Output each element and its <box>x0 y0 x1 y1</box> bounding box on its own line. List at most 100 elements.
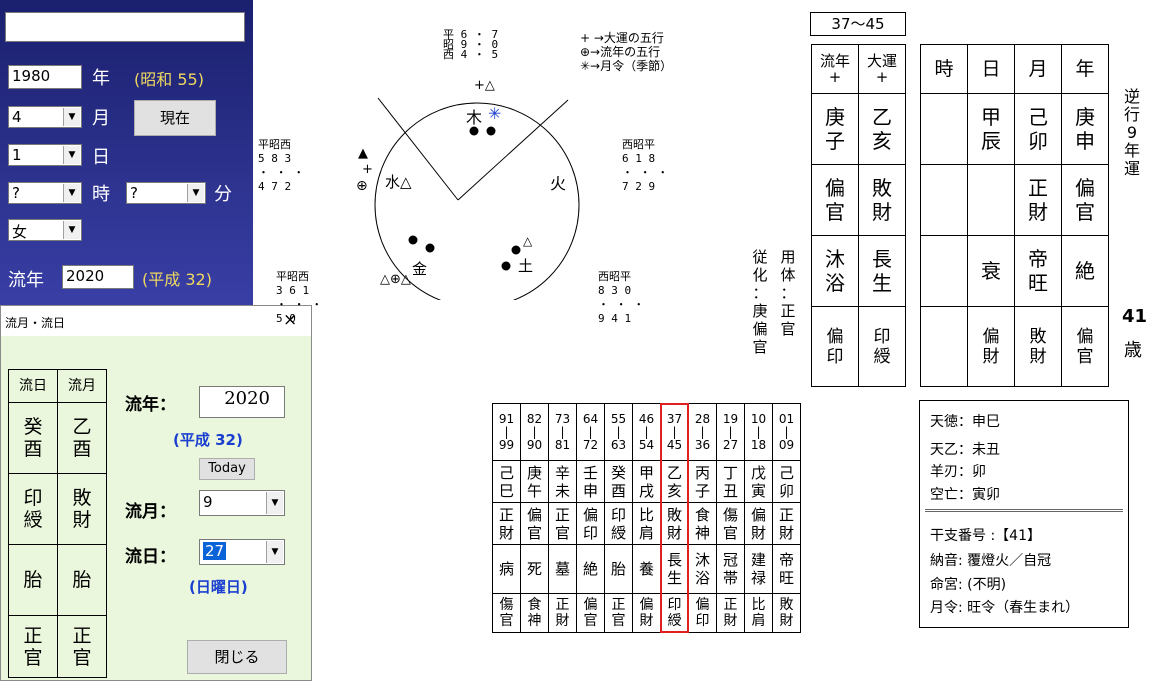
vertical-char: 正 <box>780 302 796 320</box>
meishiki-cell: 絶 <box>1061 235 1109 307</box>
daiun-zokan-cell: 偏 官 <box>576 593 605 633</box>
lower-left-markers: △⊕△ <box>380 272 411 287</box>
meishiki-cell: 甲 辰 <box>967 93 1015 165</box>
vertical-char: ： <box>752 284 768 302</box>
nums: 6 1 8 <box>622 152 656 165</box>
ryugetsu-cell: 乙 酉 <box>57 402 107 474</box>
chevron-down-icon[interactable]: ▼ <box>266 492 283 514</box>
chevron-down-icon[interactable]: ▼ <box>187 184 204 202</box>
upper-right-years: 西昭平 6 1 8 ・ ・ ・ 7 2 9 <box>622 138 668 194</box>
daiun-unsei-cell: 墓 <box>548 544 577 594</box>
daiun-range: 37〜45 <box>810 12 906 36</box>
chevron-down-icon[interactable]: ▼ <box>63 184 80 202</box>
meishiki-cell: 時 <box>920 44 968 94</box>
dialog-year-input[interactable]: 2020 <box>199 386 285 418</box>
meishiki-cell: 衰 <box>967 235 1015 307</box>
dialog-month-select[interactable]: 9 ▼ <box>199 490 285 516</box>
chevron-down-icon[interactable]: ▼ <box>266 541 283 563</box>
ryujitsu-cell: 癸 酉 <box>8 402 58 474</box>
meishiki-cell: 年 <box>1061 44 1109 94</box>
meishiki-cell: 月 <box>1014 44 1062 94</box>
ryunen-daiun-table: 流年 + 大運 + 庚 子乙 亥偏 官敗 財沐 浴長 生偏 印印 綬 <box>811 44 906 387</box>
name-input[interactable] <box>5 12 245 42</box>
meishiki-cell <box>920 235 968 307</box>
dots: ・ ・ ・ <box>598 298 645 311</box>
header: 西昭平 <box>622 138 655 151</box>
month-label: 月 <box>92 108 110 129</box>
daiun-tsuhen-cell: 偏 財 <box>744 502 773 545</box>
now-button[interactable]: 現在 <box>134 100 216 136</box>
dialog-year-era: (平成 32) <box>173 431 243 449</box>
legend-item: ⊕→流年の五行 <box>580 45 661 59</box>
daiun-kanshi-cell: 丙 子 <box>688 460 717 503</box>
daiun-kanshi-cell: 辛 未 <box>548 460 577 503</box>
chevron-down-icon[interactable]: ▼ <box>63 221 80 239</box>
dots: ・ ・ ・ <box>276 298 323 311</box>
daiun-zokan-cell: 比 肩 <box>744 593 773 633</box>
birth-year-input[interactable]: 1980 <box>8 65 82 89</box>
today-button[interactable]: Today <box>199 458 255 480</box>
sex-select[interactable]: 女 ▼ <box>8 219 82 241</box>
ryunen-daiun-cell: 印 綬 <box>858 306 906 387</box>
meishiki-cell: 正 財 <box>1014 164 1062 236</box>
nums: 5 0 <box>276 312 296 325</box>
year-label: 年 <box>92 68 110 89</box>
daiun-kanshi-cell: 壬 申 <box>576 460 605 503</box>
daiun-age-cell: 46 | 54 <box>632 403 661 461</box>
dot-mark <box>486 126 496 136</box>
ryunen-daiun-cell: 長 生 <box>858 235 906 307</box>
header: 平昭西 <box>276 270 309 283</box>
ryugetsu-header: 流月 <box>57 369 107 403</box>
birth-month-select[interactable]: 4 ▼ <box>8 106 82 128</box>
vertical-char: 体 <box>780 266 796 284</box>
birth-minute-select[interactable]: ? ▼ <box>126 182 206 204</box>
youjin-line: 羊刃：卯 <box>930 464 986 480</box>
meishiki-cell: 偏 官 <box>1061 306 1109 387</box>
daiun-unsei-cell: 沐 浴 <box>688 544 717 594</box>
age-number: 41 <box>1122 306 1148 327</box>
vertical-char: 年 <box>1123 141 1140 160</box>
daiun-tsuhen-cell: 比 肩 <box>632 502 661 545</box>
jugge-label: 従化：庚偏官 <box>752 248 768 356</box>
birth-hour-select[interactable]: ? ▼ <box>8 182 82 204</box>
daiun-age-cell: 01 | 09 <box>772 403 801 461</box>
daiun-age-cell: 82 | 90 <box>520 403 549 461</box>
dialog-day-select[interactable]: 27 ▼ <box>199 539 285 565</box>
nums: 9 4 1 <box>598 312 632 325</box>
header: 平昭西 <box>258 138 291 151</box>
daiun-unsei-cell: 死 <box>520 544 549 594</box>
chevron-down-icon[interactable]: ▼ <box>63 146 80 164</box>
dialog-year-label: 流年： <box>125 395 176 415</box>
daiun-zokan-cell: 偏 印 <box>688 593 717 633</box>
vertical-char: 従 <box>752 248 768 266</box>
ryunen-year-input[interactable]: 2020 <box>62 265 134 289</box>
daiun-tsuhen-cell: 敗 財 <box>660 502 689 545</box>
daiun-age-cell: 55 | 63 <box>604 403 633 461</box>
ryunen-daiun-cell: 流年 + <box>811 44 859 94</box>
dot-mark <box>511 245 521 255</box>
meishiki-cell: 敗 財 <box>1014 306 1062 387</box>
daiun-tsuhen-cell: 食 神 <box>688 502 717 545</box>
daiun-kanshi-cell: 己 巳 <box>492 460 521 503</box>
daiun-unsei-cell: 冠 帯 <box>716 544 745 594</box>
daiun-kanshi-cell: 戊 寅 <box>744 460 773 503</box>
dialog-title: 流月・流日 <box>5 316 66 330</box>
tenotsu-line: 天乙：未丑 <box>930 442 1000 458</box>
daiun-tsuhen-cell: 印 綬 <box>604 502 633 545</box>
close-button[interactable]: 閉じる <box>187 640 287 674</box>
birth-day-select[interactable]: 1 ▼ <box>8 144 82 166</box>
daiun-zokan-cell: 敗 財 <box>772 593 801 633</box>
daiun-zokan-cell: 傷 官 <box>492 593 521 633</box>
meishiki-table: 時日月年甲 辰己 卯庚 申正 財偏 官衰帝 旺絶偏 財敗 財偏 官 <box>920 44 1109 387</box>
daiun-unsei-cell: 建 禄 <box>744 544 773 594</box>
meishiki-cell <box>920 164 968 236</box>
chevron-down-icon[interactable]: ▼ <box>63 108 80 126</box>
year-row: 西 4 ・ 5 <box>443 48 499 61</box>
vertical-char: 化 <box>752 266 768 284</box>
daiun-unsei-cell: 養 <box>632 544 661 594</box>
daiun-age-cell: 37 | 45 <box>660 403 689 461</box>
vertical-char: 庚 <box>752 302 768 320</box>
info-box: 天徳：申巳 天乙：未丑 羊刃：卯 空亡：寅卯 干支番号 :【41】 納音: 覆燈… <box>919 400 1129 628</box>
earth-label: 土 <box>518 257 534 275</box>
legend-item: ✳→月令（季節） <box>580 59 673 73</box>
